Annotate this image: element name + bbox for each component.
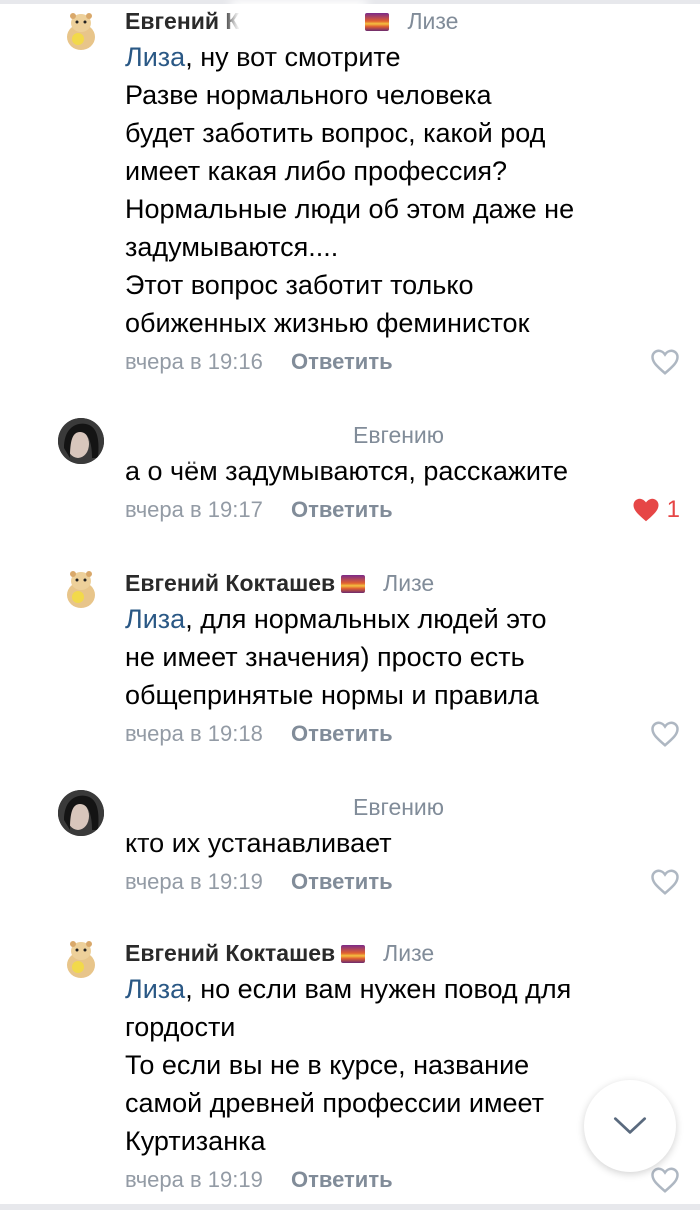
comment-line: , для нормальных людей это [185, 604, 547, 634]
comment-header: Евгений Кокташев Лизе [125, 936, 680, 970]
comment-line: Разве нормального человека [125, 80, 492, 110]
like-button[interactable] [650, 1164, 680, 1196]
mention-link[interactable]: Лиза [125, 604, 185, 634]
comment-header: Евгений Кокташев Лизе [125, 566, 680, 600]
comment-footer: вчера в 19:19 Ответить [125, 1160, 680, 1200]
like-count: 1 [666, 496, 680, 523]
comment-footer: вчера в 19:16 Ответить [125, 342, 680, 382]
comment-header: Евгений К Лизе [125, 4, 680, 38]
comment-line: обиженных жизнью феминисток [125, 308, 530, 338]
reply-to-link[interactable]: Евгению [353, 794, 444, 820]
reply-button[interactable]: Ответить [291, 869, 393, 894]
comment-line: кто их устанавливает [125, 828, 392, 858]
comment-text: кто их устанавливает [125, 824, 680, 862]
reply-to-link[interactable]: Лизе [407, 8, 458, 34]
like-button[interactable]: 1 [631, 494, 680, 526]
comment-date: вчера в 19:17 [125, 497, 263, 522]
heart-icon [651, 349, 679, 375]
reply-to-link[interactable]: Евгению [353, 422, 444, 448]
author-name[interactable]: Евгений Кокташев [125, 940, 335, 966]
user-photo-icon [58, 790, 104, 836]
avatar[interactable] [58, 790, 104, 836]
heart-icon [651, 1167, 679, 1193]
redacted-area [125, 421, 335, 452]
like-button[interactable] [650, 718, 680, 750]
mention-link[interactable]: Лиза [125, 42, 185, 72]
comment-line: Нормальные люди об этом даже не [125, 194, 575, 224]
reply-button[interactable]: Ответить [291, 349, 393, 374]
reply-button[interactable]: Ответить [291, 497, 393, 522]
heart-icon [651, 869, 679, 895]
comment-line: гордости [125, 1012, 236, 1042]
like-button[interactable] [650, 866, 680, 898]
comment-date: вчера в 19:19 [125, 1167, 263, 1192]
bottom-divider [0, 1204, 700, 1210]
mention-link[interactable]: Лиза [125, 974, 185, 1004]
comment-date: вчера в 19:16 [125, 349, 263, 374]
hamster-avatar-icon [67, 571, 95, 608]
redacted-area [239, 7, 360, 38]
comment-line: общепринятые нормы и правила [125, 680, 539, 710]
comment-line: То если вы не в курсе, название [125, 1050, 530, 1080]
comment-line: а о чём задумываются, расскажите [125, 456, 569, 486]
chevron-down-icon [613, 1117, 647, 1134]
hamster-avatar-icon [67, 941, 95, 978]
sunset-emoji-icon [341, 945, 366, 963]
comment-footer: вчера в 19:17 Ответить 1 [125, 490, 680, 530]
comment-date: вчера в 19:18 [125, 721, 263, 746]
comment-text: Лиза, для нормальных людей это не имеет … [125, 600, 680, 714]
comment-line: будет заботить вопрос, какой род [125, 118, 546, 148]
scroll-down-button[interactable] [584, 1080, 676, 1172]
heart-filled-icon [633, 498, 659, 522]
heart-icon [651, 721, 679, 747]
avatar[interactable] [58, 8, 104, 54]
comment-footer: вчера в 19:19 Ответить [125, 862, 680, 902]
user-photo-icon [58, 418, 104, 464]
author-name[interactable]: Евгений Кокташев [125, 570, 335, 596]
comment-line: не имеет значения) просто есть [125, 642, 525, 672]
comment-line: задумываются.... [125, 232, 339, 262]
comment-footer: вчера в 19:18 Ответить [125, 714, 680, 754]
comment-date: вчера в 19:19 [125, 869, 263, 894]
sunset-emoji-icon [341, 575, 366, 593]
like-button[interactable] [650, 346, 680, 378]
hamster-avatar-icon [67, 13, 95, 50]
reply-to-link[interactable]: Лизе [383, 940, 434, 966]
comment-header: Евгению [125, 418, 680, 452]
avatar[interactable] [58, 936, 104, 982]
reply-button[interactable]: Ответить [291, 1167, 393, 1192]
comment-line: , но если вам нужен повод для [185, 974, 572, 1004]
reply-to-link[interactable]: Лизе [383, 570, 434, 596]
comment-header: Евгению [125, 790, 680, 824]
sunset-emoji-icon [365, 13, 390, 31]
comment-text: а о чём задумываются, расскажите [125, 452, 680, 490]
reply-button[interactable]: Ответить [291, 721, 393, 746]
avatar[interactable] [58, 566, 104, 612]
comment-line: , ну вот смотрите [185, 42, 401, 72]
avatar[interactable] [58, 418, 104, 464]
author-name[interactable]: Евгений К [125, 8, 239, 34]
comment-line: имеет какая либо профессия? [125, 156, 508, 186]
redacted-area [125, 793, 335, 824]
comment-text: Лиза, ну вот смотрите Разве нормального … [125, 38, 680, 342]
comment-line: Этот вопрос заботит только [125, 270, 474, 300]
